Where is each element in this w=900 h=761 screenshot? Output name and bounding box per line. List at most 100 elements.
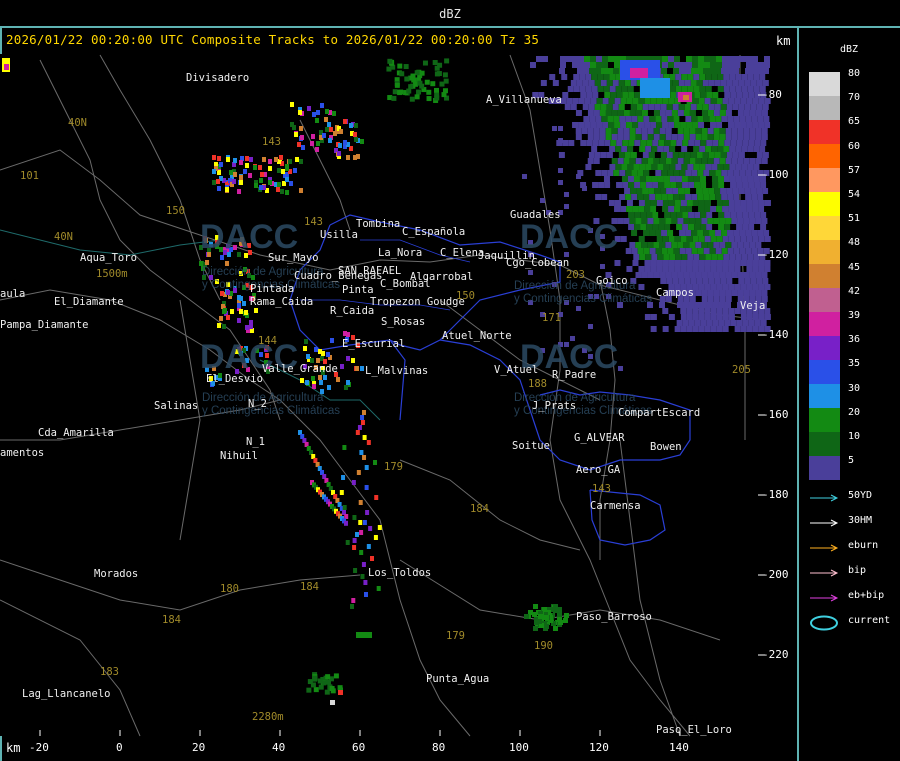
echo-cell bbox=[399, 71, 405, 77]
echo-cell bbox=[576, 68, 583, 74]
echo-cell bbox=[590, 98, 597, 104]
echo-cell bbox=[537, 619, 542, 624]
echo-cell bbox=[590, 62, 596, 68]
echo-cell bbox=[610, 140, 617, 146]
x-tick-label: 140 bbox=[669, 741, 689, 754]
echo-cell bbox=[628, 212, 635, 218]
echo-cell bbox=[667, 248, 674, 254]
echo-cell bbox=[683, 110, 690, 116]
echo-cell bbox=[722, 98, 729, 104]
echo-cell bbox=[304, 339, 308, 344]
place-label: CompartEscard bbox=[618, 407, 701, 419]
track-legend-item[interactable]: 50YD bbox=[809, 490, 897, 506]
echo-cell bbox=[237, 295, 241, 300]
echo-cell bbox=[627, 146, 634, 152]
track-legend-item[interactable]: 30HM bbox=[809, 515, 897, 531]
echo-cell bbox=[672, 278, 679, 284]
echo-cell bbox=[711, 74, 718, 80]
echo-cell bbox=[745, 116, 752, 122]
echo-cell bbox=[737, 110, 744, 116]
echo-cell bbox=[676, 182, 683, 188]
echo-cell bbox=[740, 98, 747, 104]
echo-cell bbox=[671, 272, 678, 278]
route-label: 184 bbox=[162, 614, 181, 626]
place-label: N_1 bbox=[246, 436, 265, 448]
echo-cell bbox=[650, 206, 657, 212]
echo-cell bbox=[216, 179, 220, 184]
echo-cell bbox=[580, 92, 587, 98]
echo-cell bbox=[734, 236, 741, 242]
echo-cell bbox=[605, 110, 612, 116]
echo-cell bbox=[735, 86, 742, 92]
echo-cell bbox=[528, 270, 533, 275]
echo-cell bbox=[362, 435, 367, 440]
echo-cell bbox=[697, 248, 704, 254]
echo-cell bbox=[617, 158, 624, 164]
scale-value: 45 bbox=[848, 261, 861, 273]
track-legend-item[interactable]: eburn bbox=[809, 540, 897, 556]
echo-cell bbox=[736, 224, 743, 230]
echo-cell bbox=[614, 56, 620, 62]
echo-cell bbox=[763, 230, 770, 236]
echo-cell bbox=[338, 690, 343, 695]
track-legend-item[interactable]: bip bbox=[809, 565, 897, 581]
echo-cell bbox=[668, 56, 674, 62]
echo-cell bbox=[722, 56, 728, 62]
place-label: Nihuil bbox=[220, 450, 258, 462]
echo-cell bbox=[746, 260, 753, 266]
place-label: Paso_El_Loro bbox=[656, 724, 732, 736]
echo-cell bbox=[699, 254, 706, 260]
echo-cell bbox=[533, 626, 538, 631]
echo-cell bbox=[344, 514, 349, 519]
echo-cell bbox=[729, 146, 736, 152]
echo-cell bbox=[699, 164, 706, 170]
echo-cell bbox=[676, 320, 683, 326]
echo-cell bbox=[670, 182, 677, 188]
echo-cell bbox=[698, 314, 705, 320]
echo-cell bbox=[588, 104, 595, 110]
echo-cell bbox=[640, 182, 647, 188]
echo-cell bbox=[706, 212, 713, 218]
place-label: SAN_RAFAEL bbox=[338, 265, 402, 277]
echo-cell bbox=[684, 68, 691, 74]
track-legend-item[interactable]: eb+bip bbox=[809, 590, 897, 606]
echo-cell bbox=[738, 104, 745, 110]
echo-cell bbox=[600, 104, 607, 110]
track-legend-item[interactable]: current bbox=[809, 615, 897, 631]
echo-cell bbox=[667, 170, 674, 176]
echo-cell bbox=[695, 158, 702, 164]
echo-cell bbox=[582, 68, 589, 74]
echo-cell bbox=[701, 218, 708, 224]
echo-cell bbox=[759, 146, 766, 152]
echo-cell bbox=[685, 116, 692, 122]
echo-cell bbox=[341, 475, 346, 480]
echo-cell bbox=[751, 170, 758, 176]
echo-cell bbox=[688, 140, 695, 146]
echo-cell bbox=[661, 248, 668, 254]
echo-cell bbox=[657, 164, 664, 170]
echo-cell bbox=[689, 272, 696, 278]
echo-cell bbox=[704, 284, 711, 290]
echo-cell bbox=[337, 685, 343, 691]
echo-cell bbox=[337, 151, 341, 156]
echo-cell bbox=[597, 74, 604, 80]
echo-cell bbox=[724, 92, 731, 98]
echo-cell bbox=[522, 174, 527, 179]
echo-cell bbox=[607, 170, 614, 176]
y-axis-unit: km bbox=[776, 34, 791, 48]
echo-cell bbox=[725, 218, 732, 224]
echo-cell bbox=[668, 98, 675, 104]
place-label: Salinas bbox=[154, 400, 199, 412]
echo-cell bbox=[723, 164, 730, 170]
echo-cell bbox=[333, 673, 339, 679]
echo-cell bbox=[684, 188, 691, 194]
echo-cell bbox=[584, 98, 591, 104]
echo-cell bbox=[669, 86, 676, 92]
echo-cell bbox=[587, 158, 594, 164]
echo-cell bbox=[756, 80, 763, 86]
echo-cell bbox=[703, 230, 710, 236]
place-label: Veja bbox=[740, 300, 766, 312]
echo-cell bbox=[662, 308, 669, 314]
echo-cell bbox=[749, 242, 756, 248]
echo-cell bbox=[635, 158, 642, 164]
